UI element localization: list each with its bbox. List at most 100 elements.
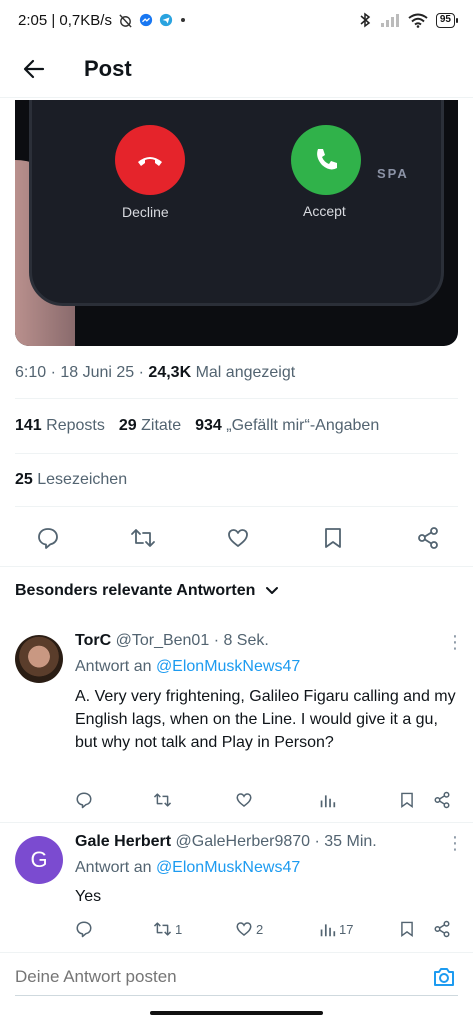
camera-icon xyxy=(434,967,454,986)
reply-text: Yes xyxy=(75,888,102,905)
share-icon xyxy=(418,527,438,549)
decline-label: Decline xyxy=(122,204,169,220)
reply-to-handle-link[interactable]: @ElonMuskNews47 xyxy=(156,859,300,876)
page-title: Post xyxy=(84,55,132,81)
author-name[interactable]: TorC xyxy=(75,632,111,649)
reply-author-line: TorC @Tor_Ben01 · 8 Sek. xyxy=(75,632,269,650)
post-media-image[interactable]: Decline Accept SPA xyxy=(15,100,458,346)
share-button[interactable] xyxy=(415,525,441,551)
reply-input[interactable] xyxy=(15,966,430,987)
repost-icon xyxy=(153,922,172,936)
reposts-stat[interactable]: 141 Reposts xyxy=(15,417,105,435)
bookmark-icon xyxy=(401,792,413,808)
comment-icon xyxy=(76,792,92,809)
reply-repost-button[interactable] xyxy=(153,791,235,809)
status-left: 2:05 | 0,7KB/s xyxy=(18,12,187,29)
reply-sort-dropdown[interactable]: Besonders relevante Antworten xyxy=(15,582,279,600)
brand-text: SPA xyxy=(377,166,409,181)
wifi-icon xyxy=(408,13,428,28)
phone-hangup-icon xyxy=(138,157,162,166)
back-button[interactable] xyxy=(14,49,54,89)
like-count: 2 xyxy=(256,921,264,937)
repost-icon xyxy=(131,529,155,547)
reply-time: · 8 Sek. xyxy=(213,632,269,649)
telegram-icon xyxy=(159,13,173,27)
quotes-stat[interactable]: 29 Zitate xyxy=(119,417,181,435)
heart-icon xyxy=(228,529,248,547)
post-meta: 6:10 · 18 Juni 25 · 24,3K Mal angezeigt xyxy=(15,364,295,382)
top-app-bar: Post xyxy=(0,40,473,98)
compose-underline xyxy=(15,995,458,996)
reply-bookmark-button[interactable] xyxy=(399,791,433,809)
avatar[interactable]: G xyxy=(15,836,63,884)
status-right: 95 xyxy=(358,12,459,28)
author-handle[interactable]: @Tor_Ben01 xyxy=(116,632,210,649)
bluetooth-icon xyxy=(358,12,372,28)
reply-reply-button[interactable] xyxy=(75,920,153,938)
reply-like-button[interactable]: 2 xyxy=(235,920,319,938)
status-time-network: 2:05 | 0,7KB/s xyxy=(18,11,112,29)
signal-icon xyxy=(380,13,400,27)
phone-graphic xyxy=(29,100,444,306)
comment-icon xyxy=(76,921,92,938)
camera-button[interactable] xyxy=(430,963,458,991)
analytics-icon xyxy=(320,794,336,807)
more-options-icon[interactable]: ⋮ xyxy=(446,632,464,653)
bookmark-button[interactable] xyxy=(320,525,346,551)
reply-like-button[interactable] xyxy=(235,791,319,809)
reply-views-button[interactable] xyxy=(319,792,399,809)
divider xyxy=(0,566,473,567)
bookmarks-stat[interactable]: 25 Lesezeichen xyxy=(15,471,127,489)
messenger-icon xyxy=(139,13,153,27)
reply-share-button[interactable] xyxy=(433,791,453,809)
sort-label: Besonders relevante Antworten xyxy=(15,582,256,599)
divider xyxy=(15,398,458,399)
likes-stat[interactable]: 934 „Gefällt mir“-Angaben xyxy=(195,417,379,435)
author-handle[interactable]: @GaleHerber9870 xyxy=(176,833,311,850)
phone-icon xyxy=(317,149,337,170)
views-count: 24,3K xyxy=(148,364,192,381)
views-label: Mal angezeigt xyxy=(195,364,296,381)
reply-to-line: Antwort an @ElonMuskNews47 xyxy=(75,859,301,876)
reply-text: A. Very very frightening, Galileo Figaru… xyxy=(75,688,456,751)
reply-bookmark-button[interactable] xyxy=(399,920,433,938)
views-count: 17 xyxy=(339,921,354,937)
comment-icon xyxy=(38,528,58,549)
heart-icon xyxy=(236,793,252,807)
repost-icon xyxy=(153,793,172,807)
accept-label: Accept xyxy=(303,203,346,219)
like-button[interactable] xyxy=(225,525,251,551)
author-name[interactable]: Gale Herbert xyxy=(75,833,171,850)
reply-time: · 35 Min. xyxy=(314,833,377,850)
bookmark-icon xyxy=(325,528,341,548)
decline-call-graphic xyxy=(115,125,185,195)
repost-count: 1 xyxy=(175,921,183,937)
post-time-date: 6:10 · 18 Juni 25 · xyxy=(15,364,144,381)
divider xyxy=(15,453,458,454)
chevron-down-icon xyxy=(266,587,279,594)
gesture-nav-handle[interactable] xyxy=(150,1011,323,1015)
status-bar: 2:05 | 0,7KB/s 95 xyxy=(0,0,473,40)
accept-call-graphic xyxy=(291,125,361,195)
more-options-icon[interactable]: ⋮ xyxy=(446,833,464,854)
reply-to-line: Antwort an @ElonMuskNews47 xyxy=(75,658,301,675)
post-action-bar xyxy=(15,520,458,556)
alarm-off-icon xyxy=(118,13,133,28)
engagement-stats: 141 Reposts 29 Zitate 934 „Gefällt mir“-… xyxy=(15,417,379,435)
repost-button[interactable] xyxy=(130,525,156,551)
analytics-icon xyxy=(320,923,336,936)
heart-icon xyxy=(236,922,252,936)
bookmark-icon xyxy=(401,921,413,937)
reply-repost-button[interactable]: 1 xyxy=(153,920,235,938)
reply-to-handle-link[interactable]: @ElonMuskNews47 xyxy=(156,658,300,675)
divider xyxy=(0,822,473,823)
share-icon xyxy=(434,791,450,809)
reply-action-bar: 1 2 17 xyxy=(75,919,453,939)
dot-icon xyxy=(179,16,187,24)
reply-views-button[interactable]: 17 xyxy=(319,921,399,938)
reply-share-button[interactable] xyxy=(433,920,453,938)
battery-indicator: 95 xyxy=(435,12,459,28)
reply-button[interactable] xyxy=(35,525,61,551)
avatar[interactable] xyxy=(15,635,63,683)
reply-reply-button[interactable] xyxy=(75,791,153,809)
